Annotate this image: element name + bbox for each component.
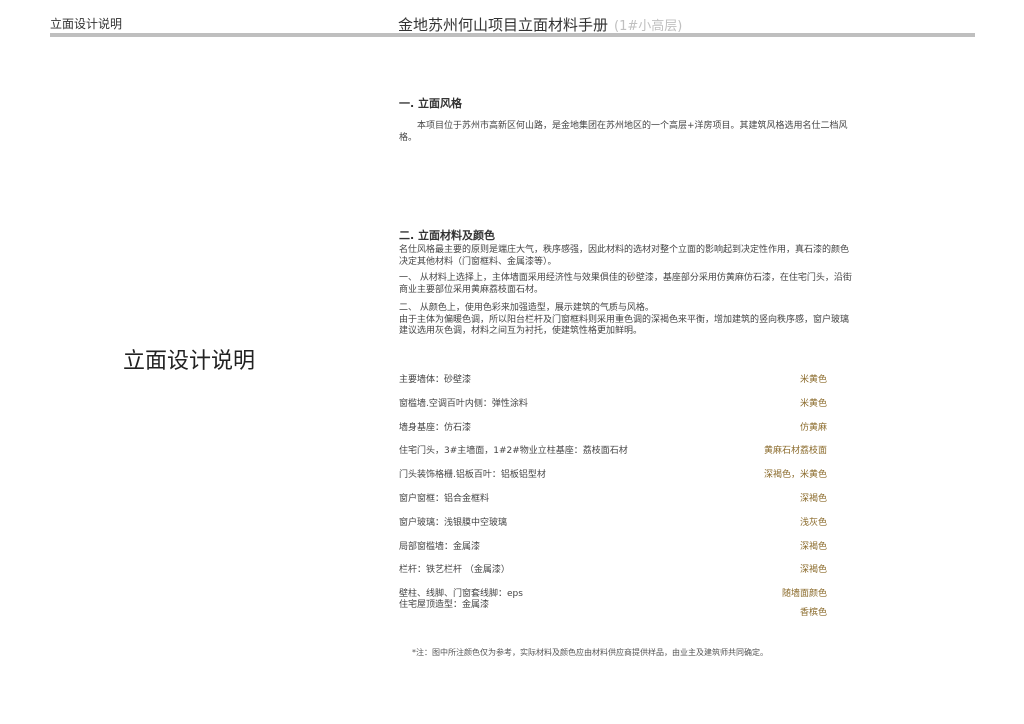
material-color: 深褐色 (799, 493, 827, 504)
material-row: 住宅门头，3#主墙面，1#2#物业立柱基座：荔枝面石材 黄麻石材荔枝面 (399, 443, 829, 467)
material-row: 窗户窗框：铝合金框料 深褐色 (399, 491, 829, 515)
material-color: 米黄色 (799, 375, 827, 385)
material-name: 窗槛墙.空调百叶内侧：弹性涂料 (399, 398, 528, 409)
material-color: 仿黄麻 (799, 422, 827, 433)
material-color: 深褐色 (799, 565, 827, 576)
material-row: 局部窗槛墙：金属漆 深褐色 (399, 539, 829, 563)
material-color: 随墙面颜色 (781, 589, 827, 600)
material-name: 主要墙体：砂壁漆 (399, 375, 472, 385)
material-name: 栏杆：铁艺栏杆 （金属漆） (399, 565, 510, 576)
material-name: 住宅屋顶造型：金属漆 (399, 600, 490, 611)
header-left-label: 立面设计说明 (50, 17, 123, 31)
material-color: 深褐色，米黄色 (763, 470, 827, 481)
material-name: 窗户玻璃：浅银膜中空玻璃 (399, 517, 508, 528)
material-row: 主要墙体：砂壁漆 米黄色 (399, 372, 829, 396)
material-color: 香槟色 (799, 608, 827, 619)
material-name: 墙身基座：仿石漆 (399, 422, 472, 433)
paragraph: 二、 从颜色上，使用色彩来加强造型，展示建筑的气质与风格。 由于主体为偏暖色调，… (399, 303, 850, 336)
section-heading-materials: 二. 立面材料及颜色 (399, 229, 496, 242)
header-divider (50, 33, 975, 37)
material-color: 黄麻石材荔枝面 (763, 446, 827, 457)
section-body-materials: 名仕风格最主要的原则是端庄大气，秩序感强，因此材料的选材对整个立面的影响起到决定… (399, 245, 857, 343)
material-name: 住宅门头，3#主墙面，1#2#物业立柱基座：荔枝面石材 (399, 446, 628, 457)
footnote: *注：图中所注颜色仅为参考，实际材料及颜色应由材料供应商提供样品，由业主及建筑师… (412, 648, 768, 657)
paragraph: 一、 从材料上选择上，主体墙面采用经济性与效果俱佳的砂壁漆，基座部分采用仿黄麻仿… (399, 273, 852, 295)
side-title: 立面设计说明 (123, 349, 256, 374)
paragraph: 名仕风格最主要的原则是端庄大气，秩序感强，因此材料的选材对整个立面的影响起到决定… (399, 245, 850, 267)
document-title: 金地苏州何山项目立面材料手册 (1#小高层) (398, 14, 682, 35)
material-color: 浅灰色 (799, 517, 827, 528)
material-name: 门头装饰格栅.铝板百叶：铝板铝型材 (399, 470, 546, 481)
material-name: 窗户窗框：铝合金框料 (399, 493, 490, 504)
material-row: 窗户玻璃：浅银膜中空玻璃 浅灰色 (399, 515, 829, 539)
materials-list: 主要墙体：砂壁漆 米黄色 窗槛墙.空调百叶内侧：弹性涂料 米黄色 墙身基座：仿石… (399, 372, 829, 618)
material-row: 壁柱、线脚、门窗套线脚：eps 随墙面颜色 住宅屋顶造型：金属漆 香槟色 (399, 586, 829, 618)
section-heading-style: 一. 立面风格 (399, 97, 463, 110)
material-name: 局部窗槛墙：金属漆 (399, 541, 481, 552)
material-color: 深褐色 (799, 541, 827, 552)
material-row: 门头装饰格栅.铝板百叶：铝板铝型材 深褐色，米黄色 (399, 467, 829, 491)
section-body-style: 本项目位于苏州市高新区何山路，是金地集团在苏州地区的一个高层+洋房项目。其建筑风… (399, 121, 848, 143)
material-row: 栏杆：铁艺栏杆 （金属漆） 深褐色 (399, 562, 829, 586)
material-row: 墙身基座：仿石漆 仿黄麻 (399, 420, 829, 444)
material-color: 米黄色 (799, 398, 827, 409)
material-row: 窗槛墙.空调百叶内侧：弹性涂料 米黄色 (399, 396, 829, 420)
document-title-text: 金地苏州何山项目立面材料手册 (398, 16, 609, 34)
document-subtitle: (1#小高层) (614, 19, 683, 34)
